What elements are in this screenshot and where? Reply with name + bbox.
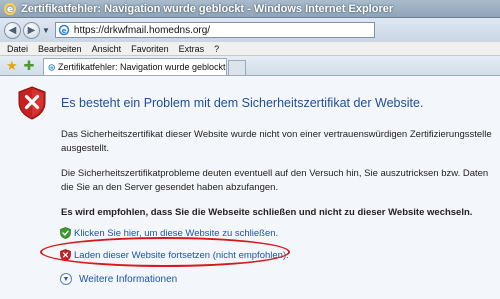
chevron-down-icon[interactable]: ▼ (60, 273, 72, 285)
continue-site-link[interactable]: Laden dieser Website fortsetzen (nicht e… (74, 250, 289, 261)
svg-text:e: e (50, 66, 53, 71)
menu-favoriten[interactable]: Favoriten (131, 44, 169, 54)
menu-ansicht[interactable]: Ansicht (92, 44, 122, 54)
window-title-bar: e Zertifikatfehler: Navigation wurde geb… (0, 0, 500, 18)
tab-certificate-error[interactable]: e Zertifikatfehler: Navigation wurde geb… (42, 58, 227, 75)
close-site-link[interactable]: Klicken Sie hier, um diese Website zu sc… (74, 228, 278, 239)
history-dropdown-icon[interactable]: ▼ (42, 26, 50, 35)
red-shield-x-icon (18, 86, 46, 120)
arrow-left-icon: ◀ (8, 24, 17, 36)
page-content: Es besteht ein Problem mit dem Sicherhei… (0, 77, 500, 299)
page-title: Es besteht ein Problem mit dem Sicherhei… (61, 96, 424, 110)
forward-button[interactable]: ▶ (23, 21, 40, 39)
close-site-action[interactable]: Klicken Sie hier, um diese Website zu sc… (60, 227, 278, 239)
menu-datei[interactable]: Datei (7, 44, 28, 54)
address-url: https://drkwfmail.homedns.org/ (73, 24, 211, 36)
tab-ie-icon: e (48, 63, 55, 71)
window-title: Zertifikatfehler: Navigation wurde geblo… (21, 2, 394, 15)
description-paragraph: Das Sicherheitszertifikat dieser Website… (61, 129, 492, 154)
svg-text:e: e (7, 5, 13, 15)
red-shield-x-icon (60, 249, 71, 261)
arrow-right-icon: ▶ (27, 24, 36, 36)
continue-site-action[interactable]: Laden dieser Website fortsetzen (nicht e… (60, 249, 289, 261)
tab-bar: ★ ✚ e Zertifikatfehler: Navigation wurde… (0, 56, 500, 76)
add-favorite-icon[interactable]: ✚ (24, 57, 35, 75)
green-shield-check-icon (60, 227, 71, 239)
svg-text:e: e (62, 27, 67, 35)
menu-help[interactable]: ? (214, 44, 219, 54)
address-field[interactable]: e https://drkwfmail.homedns.org/ (54, 22, 375, 38)
more-information-label[interactable]: Weitere Informationen (79, 274, 177, 285)
new-tab-button[interactable] (227, 60, 246, 75)
menu-extras[interactable]: Extras (179, 44, 205, 54)
favorites-star-icon[interactable]: ★ (6, 57, 18, 75)
recommendation-text: Es wird empfohlen, dass Sie die Webseite… (61, 207, 473, 218)
warning-paragraph: Die Sicherheitszertifikatprobleme deuten… (61, 168, 489, 193)
more-information-toggle[interactable]: ▼ Weitere Informationen (60, 273, 177, 285)
navigation-bar: ◀ ▶ ▼ e https://drkwfmail.homedns.org/ (0, 18, 500, 42)
ie-logo-icon: e (4, 2, 16, 15)
menu-bearbeiten[interactable]: Bearbeiten (38, 44, 82, 54)
back-button[interactable]: ◀ (4, 21, 21, 39)
menu-bar: Datei Bearbeiten Ansicht Favoriten Extra… (0, 42, 500, 56)
tab-label: Zertifikatfehler: Navigation wurde geblo… (57, 62, 226, 72)
page-ie-icon: e (58, 24, 70, 36)
